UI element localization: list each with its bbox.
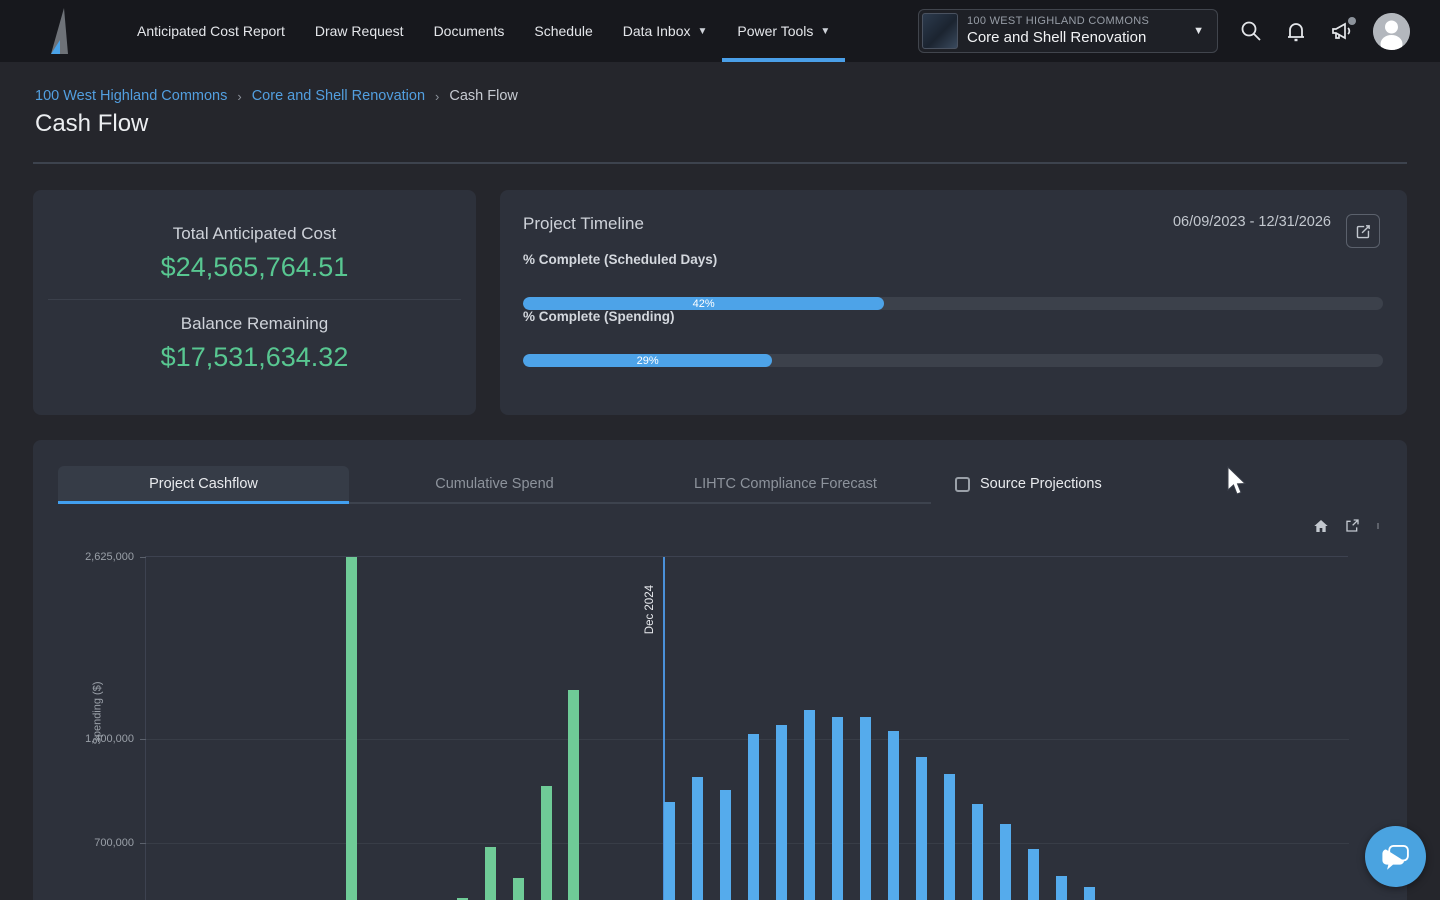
breadcrumb-separator: ›	[435, 89, 439, 104]
timeline-date-range: 06/09/2023 - 12/31/2026	[1173, 214, 1331, 230]
chat-bubbles-icon	[1379, 840, 1413, 874]
nav-item-draw-request[interactable]: Draw Request	[300, 0, 419, 62]
nav-right-section: 100 WEST HIGHLAND COMMONS Core and Shell…	[918, 0, 1410, 62]
projected-spend-bar	[664, 802, 675, 900]
projected-spend-bar	[1000, 824, 1011, 900]
page-title: Cash Flow	[35, 110, 148, 138]
projected-spend-bar	[720, 790, 731, 900]
cashflow-plot: 2,625,000 1,400,000 700,000 Spending ($)…	[145, 556, 1348, 900]
project-selector[interactable]: 100 WEST HIGHLAND COMMONS Core and Shell…	[918, 9, 1218, 53]
y-axis-tick	[140, 557, 146, 558]
projected-spend-bar	[972, 804, 983, 900]
tab-lihtc-compliance-forecast[interactable]: LIHTC Compliance Forecast	[640, 466, 931, 504]
projected-spend-bar	[1028, 849, 1039, 900]
projected-spend-bar	[1056, 876, 1067, 900]
nav-item-schedule[interactable]: Schedule	[519, 0, 607, 62]
sub-project-name: Core and Shell Renovation	[967, 29, 1149, 48]
title-divider	[33, 162, 1407, 164]
actual-spend-bar	[568, 690, 579, 900]
source-projections-toggle[interactable]: Source Projections	[955, 476, 1102, 492]
chart-tabs: Project Cashflow Cumulative Spend LIHTC …	[58, 466, 931, 504]
chevron-down-icon: ▼	[820, 26, 830, 37]
source-projections-checkbox[interactable]	[955, 477, 970, 492]
tab-project-cashflow[interactable]: Project Cashflow	[58, 466, 349, 504]
progress-percent: 29%	[637, 355, 659, 367]
nav-menu: Anticipated Cost Report Draw Request Doc…	[122, 0, 845, 62]
project-name: 100 WEST HIGHLAND COMMONS	[967, 15, 1149, 29]
timeline-title: Project Timeline	[523, 214, 644, 234]
app-logo-icon[interactable]	[44, 7, 78, 55]
source-projections-label: Source Projections	[980, 476, 1102, 492]
balance-remaining-value: $17,531,634.32	[33, 342, 476, 373]
nav-item-data-inbox[interactable]: Data Inbox▼	[608, 0, 723, 62]
progress-percent: 42%	[693, 298, 715, 310]
projected-spend-bar	[832, 717, 843, 900]
user-avatar[interactable]	[1373, 13, 1410, 50]
chevron-down-icon: ▼	[697, 26, 707, 37]
projected-spend-bar	[860, 717, 871, 900]
cost-summary-card: Total Anticipated Cost $24,565,764.51 Ba…	[33, 190, 476, 415]
search-icon[interactable]	[1239, 19, 1263, 43]
breadcrumb: 100 West Highland Commons › Core and She…	[35, 88, 518, 104]
project-thumbnail	[922, 13, 958, 49]
progress-fill: 29%	[523, 354, 772, 367]
actual-spend-bar	[346, 557, 357, 900]
breadcrumb-project-link[interactable]: 100 West Highland Commons	[35, 88, 227, 104]
plotline-label: Dec 2024	[644, 585, 656, 634]
projected-spend-bar	[888, 731, 899, 900]
total-anticipated-cost-label: Total Anticipated Cost	[33, 224, 476, 244]
actual-spend-bar	[485, 847, 496, 900]
projected-spend-bar	[692, 777, 703, 900]
breadcrumb-subproject-link[interactable]: Core and Shell Renovation	[252, 88, 425, 104]
notification-badge	[1348, 17, 1356, 25]
kebab-menu-icon[interactable]	[1375, 518, 1381, 534]
open-external-icon[interactable]	[1344, 518, 1360, 534]
nav-item-power-tools[interactable]: Power Tools▼	[722, 0, 845, 62]
edit-timeline-button[interactable]	[1346, 214, 1380, 248]
actual-spend-bar	[541, 786, 552, 900]
spending-label: % Complete (Spending)	[523, 309, 675, 324]
y-axis-label: 2,625,000	[85, 551, 134, 563]
spending-progress: 29%	[523, 354, 1383, 367]
tab-cumulative-spend[interactable]: Cumulative Spend	[349, 466, 640, 504]
scheduled-days-label: % Complete (Scheduled Days)	[523, 252, 717, 267]
cashflow-chart-card: Project Cashflow Cumulative Spend LIHTC …	[33, 440, 1407, 900]
projected-spend-bar	[804, 710, 815, 900]
nav-item-anticipated-cost-report[interactable]: Anticipated Cost Report	[122, 0, 300, 62]
chat-widget-button[interactable]	[1365, 826, 1426, 887]
card-divider	[48, 299, 461, 300]
projected-spend-bar	[944, 774, 955, 900]
projected-spend-bar	[916, 757, 927, 900]
balance-remaining-label: Balance Remaining	[33, 314, 476, 334]
edit-icon	[1355, 223, 1372, 240]
total-anticipated-cost-value: $24,565,764.51	[33, 252, 476, 283]
project-timeline-card: Project Timeline 06/09/2023 - 12/31/2026…	[500, 190, 1407, 415]
breadcrumb-current: Cash Flow	[449, 88, 518, 104]
nav-item-documents[interactable]: Documents	[419, 0, 520, 62]
chart-toolbar	[1313, 518, 1381, 534]
breadcrumb-separator: ›	[237, 89, 241, 104]
projected-spend-bar	[1084, 887, 1095, 900]
y-axis-title: Spending ($)	[92, 682, 104, 745]
home-icon[interactable]	[1313, 518, 1329, 534]
notifications-bell-icon[interactable]	[1284, 19, 1308, 43]
y-axis-tick	[140, 843, 146, 844]
announcements-megaphone-icon[interactable]	[1329, 19, 1353, 43]
y-axis-label: 700,000	[94, 837, 134, 849]
actual-spend-bar	[513, 878, 524, 900]
projected-spend-bar	[748, 734, 759, 900]
projected-spend-bar	[776, 725, 787, 900]
y-axis-tick	[140, 739, 146, 740]
top-navbar: Anticipated Cost Report Draw Request Doc…	[0, 0, 1440, 62]
chevron-down-icon: ▼	[1193, 25, 1204, 37]
